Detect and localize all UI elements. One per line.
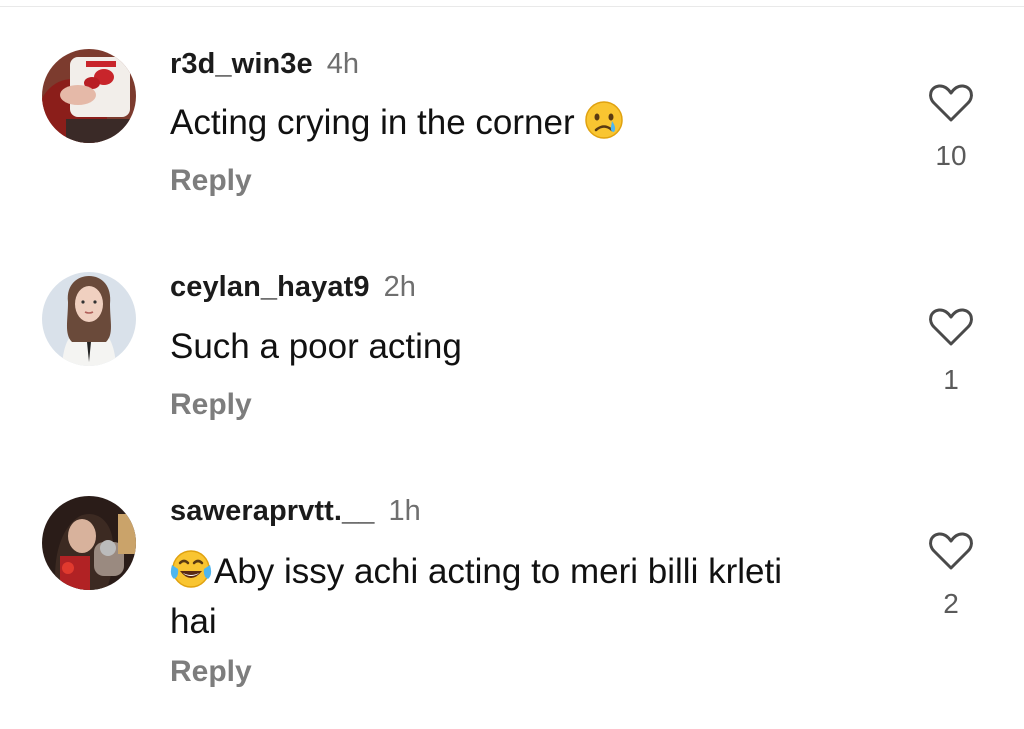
- comment-meta: r3d_win3e 4h: [170, 48, 359, 81]
- reply-button[interactable]: Reply: [170, 655, 252, 689]
- username[interactable]: ceylan_hayat9: [170, 271, 370, 303]
- crying-face-emoji: [584, 100, 624, 151]
- reply-button[interactable]: Reply: [170, 388, 252, 422]
- comment-text: Acting crying in the corner: [170, 100, 870, 151]
- comment-item: r3d_win3e 4h Acting crying in the corner …: [0, 0, 1024, 729]
- avatar[interactable]: [42, 49, 136, 143]
- heart-outline-icon[interactable]: [928, 83, 974, 123]
- like-count: 10: [935, 140, 967, 171]
- username[interactable]: r3d_win3e: [170, 48, 313, 80]
- avatar[interactable]: [42, 496, 136, 590]
- reply-button[interactable]: Reply: [170, 164, 252, 198]
- heart-outline-icon[interactable]: [928, 531, 974, 571]
- avatar[interactable]: [42, 272, 136, 366]
- comment-text-content: Acting crying in the corner: [170, 103, 575, 142]
- timestamp: 4h: [326, 48, 360, 80]
- heart-outline-icon[interactable]: [928, 307, 974, 347]
- username[interactable]: saweraprvtt.__: [170, 495, 375, 527]
